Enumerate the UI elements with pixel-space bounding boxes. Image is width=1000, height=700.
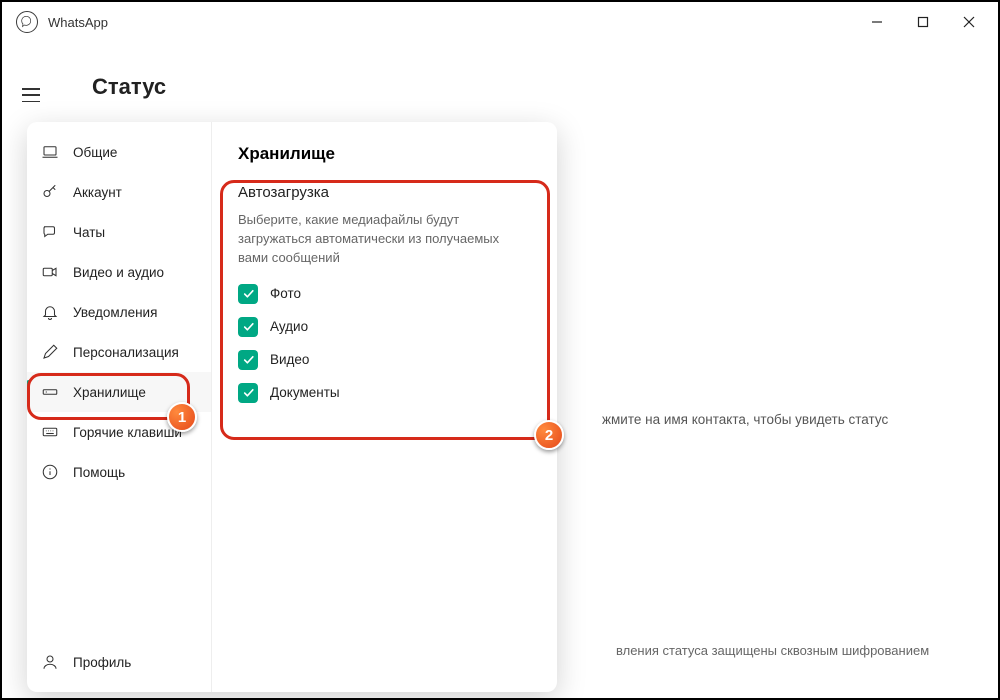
sidebar-item-label: Хранилище (73, 385, 146, 400)
checkbox-label: Фото (270, 286, 301, 301)
checkbox-row-video[interactable]: Видео (238, 350, 531, 370)
chat-icon (41, 223, 59, 241)
sidebar-item-notifications[interactable]: Уведомления (27, 292, 211, 332)
keyboard-icon (41, 423, 59, 441)
key-icon (41, 183, 59, 201)
checkbox-icon[interactable] (238, 383, 258, 403)
sidebar-item-help[interactable]: Помощь (27, 452, 211, 492)
sidebar-item-label: Горячие клавиши (73, 425, 182, 440)
sidebar-item-label: Помощь (73, 465, 125, 480)
storage-icon (41, 383, 59, 401)
annotation-marker-2: 2 (534, 420, 564, 450)
sidebar-item-profile[interactable]: Профиль (27, 642, 211, 682)
window-controls (854, 6, 992, 38)
sidebar-item-chats[interactable]: Чаты (27, 212, 211, 252)
info-icon (41, 463, 59, 481)
auto-download-section: Автозагрузка Выберите, какие медиафайлы … (238, 184, 531, 403)
auto-download-heading: Автозагрузка (238, 184, 531, 201)
titlebar-title: WhatsApp (48, 15, 108, 30)
background-hint: жмите на имя контакта, чтобы увидеть ста… (602, 412, 888, 427)
checkbox-label: Документы (270, 385, 340, 400)
titlebar: WhatsApp (2, 2, 998, 42)
status-header: Статус (82, 42, 978, 132)
checkbox-row-documents[interactable]: Документы (238, 383, 531, 403)
whatsapp-logo-icon (16, 11, 38, 33)
sidebar-item-label: Уведомления (73, 305, 157, 320)
checkbox-label: Аудио (270, 319, 308, 334)
settings-modal: Общие Аккаунт Чаты Видео и аудио Уведомл… (27, 122, 557, 692)
sidebar-item-video-audio[interactable]: Видео и аудио (27, 252, 211, 292)
sidebar-item-label: Персонализация (73, 345, 179, 360)
sidebar-item-label: Видео и аудио (73, 265, 164, 280)
sidebar-item-account[interactable]: Аккаунт (27, 172, 211, 212)
maximize-button[interactable] (900, 6, 946, 38)
sidebar-item-label: Чаты (73, 225, 105, 240)
checkbox-label: Видео (270, 352, 309, 367)
sidebar-item-general[interactable]: Общие (27, 132, 211, 172)
sidebar-item-personalization[interactable]: Персонализация (27, 332, 211, 372)
app-window: WhatsApp Статус жмите на имя контакта, ч… (0, 0, 1000, 700)
background-footer: вления статуса защищены сквозным шифрова… (616, 643, 929, 658)
checkbox-icon[interactable] (238, 350, 258, 370)
camera-icon (41, 263, 59, 281)
content-title: Хранилище (238, 144, 531, 164)
profile-icon (41, 653, 59, 671)
checkbox-icon[interactable] (238, 284, 258, 304)
laptop-icon (41, 143, 59, 161)
settings-content: Хранилище Автозагрузка Выберите, какие м… (212, 122, 557, 692)
annotation-marker-1: 1 (167, 402, 197, 432)
status-title: Статус (92, 74, 166, 100)
titlebar-left: WhatsApp (16, 11, 108, 33)
bell-icon (41, 303, 59, 321)
checkbox-row-photo[interactable]: Фото (238, 284, 531, 304)
sidebar-item-label: Аккаунт (73, 185, 122, 200)
checkbox-icon[interactable] (238, 317, 258, 337)
auto-download-desc: Выберите, какие медиафайлы будут загружа… (238, 211, 531, 268)
hamburger-icon[interactable] (22, 88, 40, 102)
sidebar-item-label: Общие (73, 145, 117, 160)
sidebar-item-label: Профиль (73, 655, 131, 670)
close-button[interactable] (946, 6, 992, 38)
checkbox-row-audio[interactable]: Аудио (238, 317, 531, 337)
pencil-icon (41, 343, 59, 361)
minimize-button[interactable] (854, 6, 900, 38)
